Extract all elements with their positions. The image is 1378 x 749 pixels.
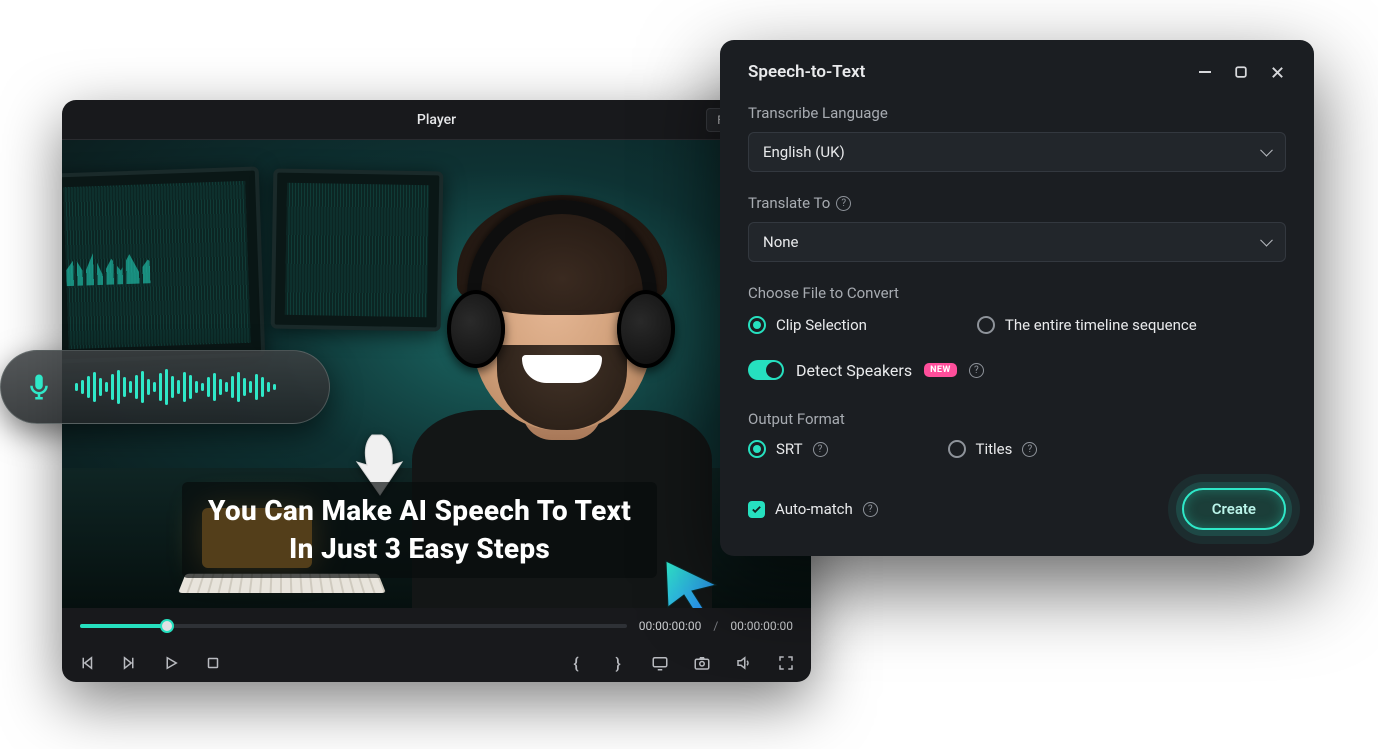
next-frame-button[interactable] [118, 652, 140, 674]
microphone-icon [19, 367, 59, 407]
translate-to-select[interactable]: None [748, 222, 1286, 262]
time-separator: / [713, 619, 718, 633]
detect-speakers-label: Detect Speakers [796, 361, 912, 380]
player-header: Player Full Quality [62, 100, 811, 140]
close-button[interactable] [1268, 63, 1286, 81]
play-button[interactable] [160, 652, 182, 674]
transcribe-language-select[interactable]: English (UK) [748, 132, 1286, 172]
time-current: 00:00:00:00 [639, 619, 702, 633]
dialog-header: Speech-to-Text [748, 62, 1286, 82]
checkbox-icon [748, 501, 765, 518]
speech-to-text-dialog: Speech-to-Text Transcribe Language Engli… [720, 40, 1314, 556]
timeline-row: 00:00:00:00 / 00:00:00:00 [62, 608, 811, 644]
video-caption: You Can Make AI Speech To Text In Just 3… [182, 482, 657, 578]
radio-icon [948, 440, 966, 458]
create-button[interactable]: Create [1182, 488, 1286, 530]
volume-button[interactable] [733, 652, 755, 674]
snapshot-button[interactable] [691, 652, 713, 674]
output-format-label: Output Format [748, 410, 1286, 428]
maximize-button[interactable] [1232, 63, 1250, 81]
display-settings-button[interactable] [649, 652, 671, 674]
transcribe-language-value: English (UK) [763, 143, 845, 161]
choose-file-label: Choose File to Convert [748, 284, 1286, 302]
cursor-icon [658, 555, 724, 608]
caption-line-1: You Can Make AI Speech To Text [208, 492, 631, 530]
progress-knob[interactable] [160, 619, 174, 633]
radio-icon [748, 316, 766, 334]
dialog-title: Speech-to-Text [748, 62, 1178, 82]
radio-entire-timeline[interactable]: The entire timeline sequence [977, 316, 1197, 334]
radio-icon [977, 316, 995, 334]
scene-monitor-left [62, 166, 265, 363]
progress-bar[interactable] [80, 624, 627, 628]
auto-match-label: Auto-match [775, 500, 853, 518]
waveform-icon [75, 367, 311, 407]
prev-frame-button[interactable] [76, 652, 98, 674]
voice-wave-pill [0, 350, 330, 424]
stop-button[interactable] [202, 652, 224, 674]
translate-to-label: Translate To ? [748, 194, 1286, 212]
transcribe-language-label: Transcribe Language [748, 104, 1286, 122]
detect-speakers-row: Detect Speakers NEW ? [748, 360, 1286, 380]
detect-speakers-toggle[interactable] [748, 360, 784, 380]
dialog-footer: Auto-match ? Create [748, 488, 1286, 530]
file-source-group: Clip Selection The entire timeline seque… [748, 316, 1286, 334]
minimize-button[interactable] [1196, 63, 1214, 81]
player-title: Player [417, 112, 456, 128]
radio-clip-selection[interactable]: Clip Selection [748, 316, 867, 334]
radio-icon [748, 440, 766, 458]
mark-in-button[interactable]: { [565, 652, 587, 674]
radio-srt[interactable]: SRT ? [748, 440, 828, 458]
auto-match-row[interactable]: Auto-match ? [748, 500, 878, 518]
controls-row: { } [62, 644, 811, 682]
fullscreen-button[interactable] [775, 652, 797, 674]
help-icon[interactable]: ? [813, 442, 828, 457]
translate-to-value: None [763, 233, 799, 251]
help-icon[interactable]: ? [836, 196, 851, 211]
caption-line-2: In Just 3 Easy Steps [208, 530, 631, 568]
output-format-group: SRT ? Titles ? [748, 440, 1286, 458]
time-total: 00:00:00:00 [730, 619, 793, 633]
new-badge: NEW [924, 363, 957, 377]
help-icon[interactable]: ? [863, 502, 878, 517]
mark-out-button[interactable]: } [607, 652, 629, 674]
radio-titles[interactable]: Titles ? [948, 440, 1038, 458]
help-icon[interactable]: ? [969, 363, 984, 378]
help-icon[interactable]: ? [1022, 442, 1037, 457]
